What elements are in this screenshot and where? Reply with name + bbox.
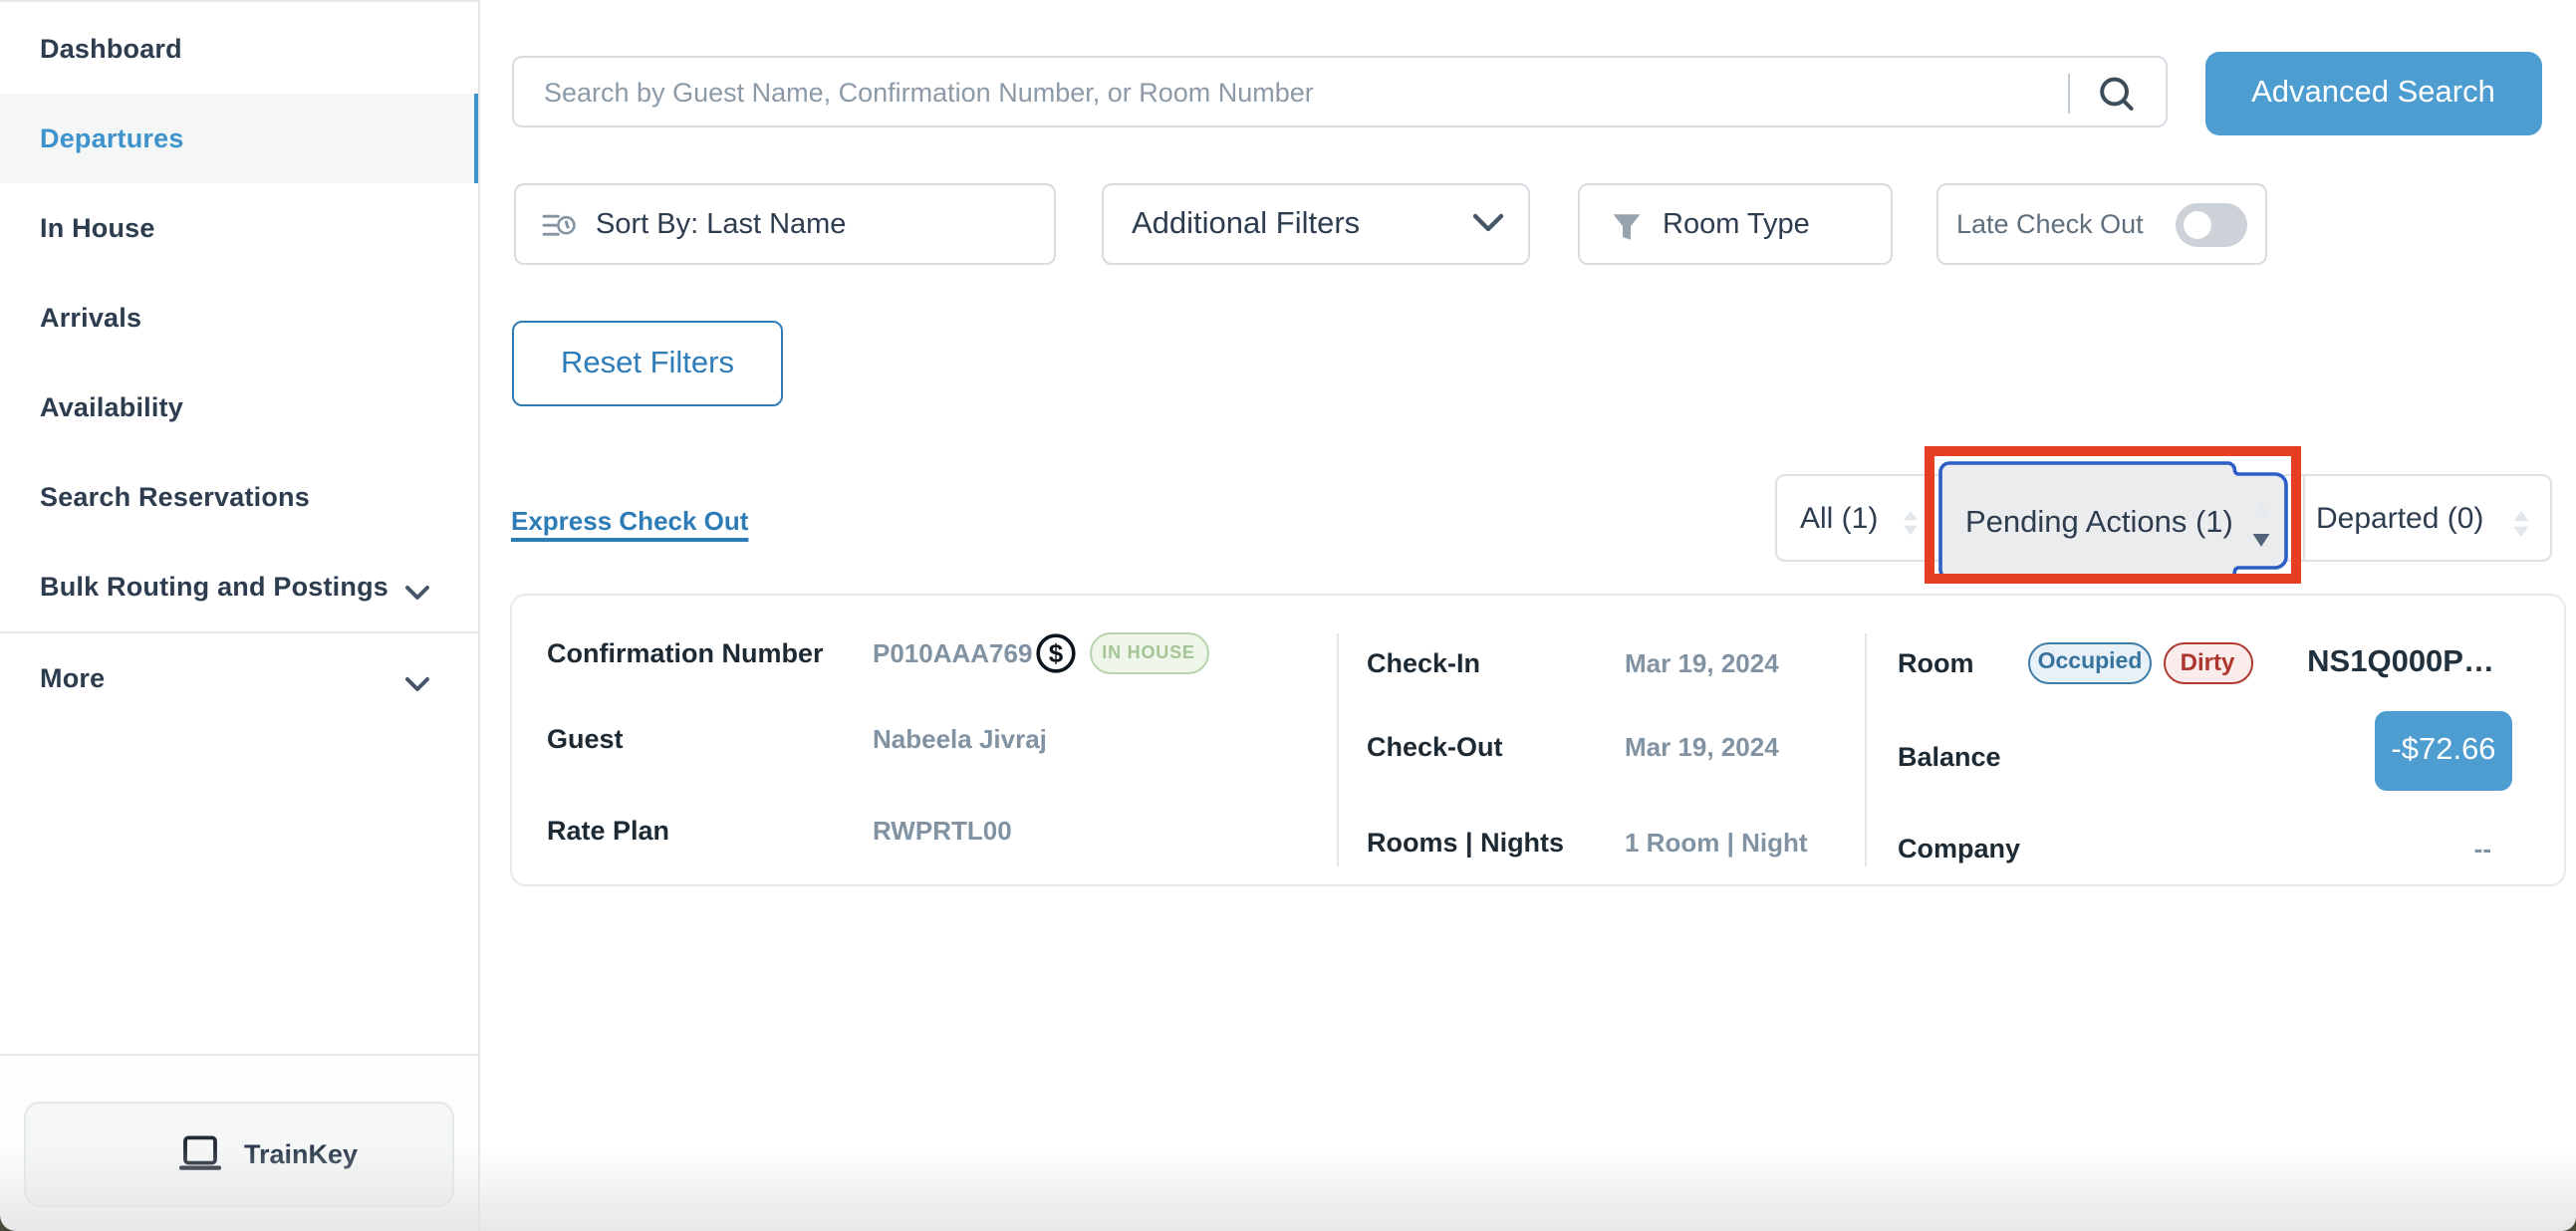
svg-text:$: $ — [1048, 637, 1063, 667]
